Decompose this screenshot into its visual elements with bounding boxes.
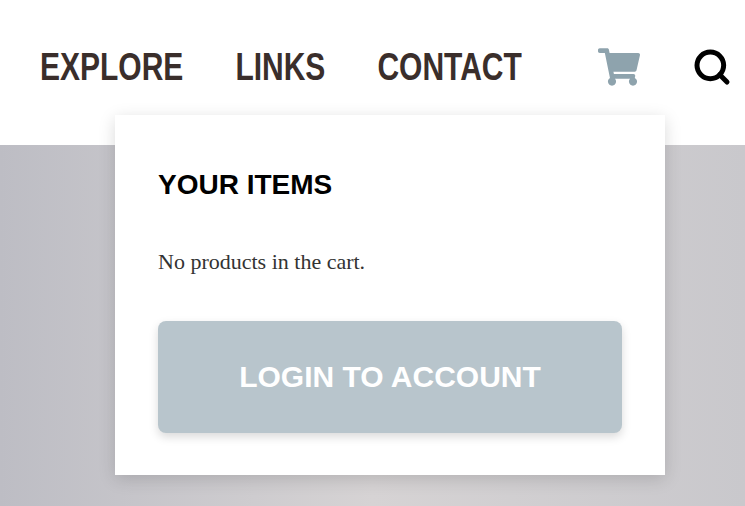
nav-link[interactable]: LINKS (235, 41, 325, 93)
cart-icon (598, 48, 640, 86)
page: EXPLORELINKSCONTACTYOUR ITEMSNo products… (0, 0, 745, 506)
cart-title: YOUR ITEMS (158, 167, 622, 203)
cart-button[interactable] (598, 48, 640, 86)
empty-cart-message: No products in the cart. (158, 247, 622, 277)
nav-menu: EXPLORELINKSCONTACT (40, 47, 522, 87)
login-button[interactable]: LOGIN TO ACCOUNT (158, 321, 622, 433)
nav-link[interactable]: EXPLORE (40, 41, 183, 93)
cart-dropdown: YOUR ITEMS No products in the cart. LOGIN … (115, 115, 665, 475)
nav-link[interactable]: CONTACT (377, 41, 521, 93)
search-button[interactable] (692, 47, 732, 87)
search-icon (692, 47, 732, 87)
